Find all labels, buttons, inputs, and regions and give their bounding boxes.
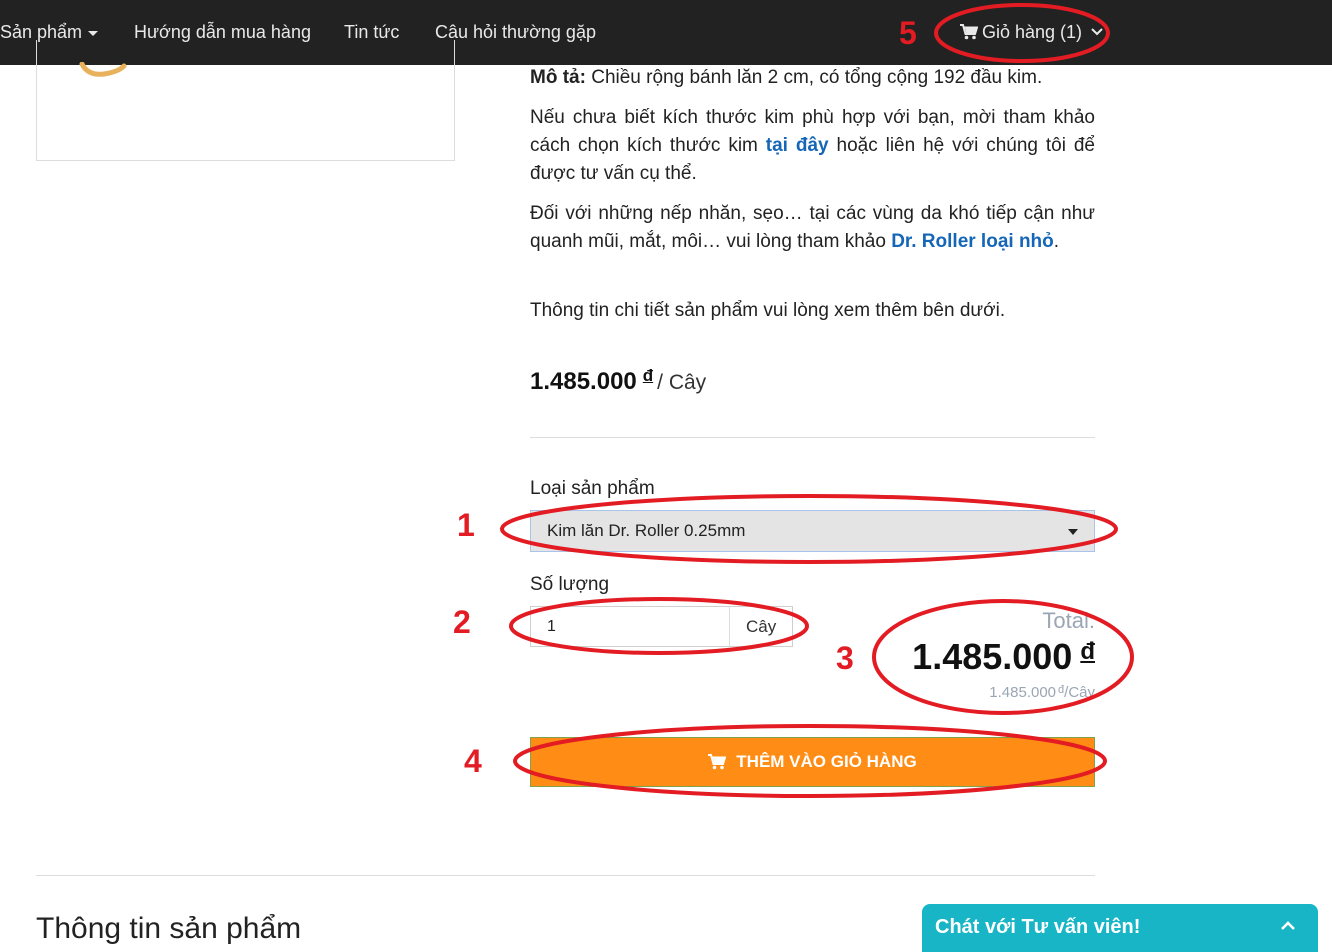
description-needle-size: Nếu chưa biết kích thước kim phù hợp với… [530, 104, 1095, 188]
unit-price-suffix: /Cây [1064, 684, 1095, 701]
total-amount: 1.485.000 đ [912, 636, 1095, 678]
description-small-roller: Đối với những nếp nhăn, sẹo… tại các vùn… [530, 200, 1095, 256]
caret-down-icon [88, 30, 99, 36]
total-value: 1.485.000 [912, 636, 1073, 677]
description-label: Mô tả: [530, 67, 586, 88]
cart-dropdown[interactable]: Giỏ hàng (1) [960, 22, 1107, 43]
shopping-cart-icon [960, 24, 979, 40]
product-price: 1.485.000 đ / Cây [530, 366, 706, 396]
product-info-heading: Thông tin sản phẩm [36, 912, 302, 945]
price-amount: 1.485.000 [530, 368, 637, 395]
unit-price-value: 1.485.000 [989, 684, 1057, 701]
product-type-select[interactable]: Kim lăn Dr. Roller 0.25mm [530, 510, 1095, 552]
quantity-value: 1 [547, 618, 556, 635]
annotation-number-4: 4 [464, 743, 482, 779]
chevron-up-icon[interactable] [1280, 920, 1296, 932]
product-type-value: Kim lăn Dr. Roller 0.25mm [547, 521, 746, 540]
add-to-cart-label: THÊM VÀO GIỎ HÀNG [736, 752, 917, 771]
quantity-input[interactable]: 1 [530, 606, 730, 647]
total-label: Total: [1042, 608, 1095, 633]
annotation-number-2: 2 [453, 604, 471, 640]
product-type-label: Loại sản phẩm [530, 478, 655, 499]
paragraph-text: . [1053, 231, 1060, 252]
product-image [79, 62, 127, 77]
price-currency: đ [642, 366, 654, 385]
chevron-down-icon [1091, 28, 1103, 36]
description-more-info: Thông tin chi tiết sản phẩm vui lòng xem… [530, 300, 1006, 321]
price-unit: / Cây [657, 371, 707, 394]
chat-title: Chát với Tư vấn viên! [935, 916, 1141, 938]
nav-item-faq[interactable]: Câu hỏi thường gặp [435, 22, 596, 43]
chat-widget[interactable]: Chát với Tư vấn viên! [922, 904, 1318, 952]
annotation-number-1: 1 [457, 507, 475, 543]
total-currency: đ [1080, 638, 1095, 665]
description-summary: Mô tả: Chiều rộng bánh lăn 2 cm, có tổng… [530, 64, 1095, 92]
annotation-number-3: 3 [836, 640, 854, 676]
quantity-unit: Cây [746, 617, 777, 636]
quantity-unit-addon: Cây [729, 606, 793, 647]
shopping-cart-icon [708, 754, 727, 770]
total-unit-price: 1.485.000 đ/Cây [989, 684, 1095, 701]
add-to-cart-button[interactable]: THÊM VÀO GIỎ HÀNG [530, 737, 1095, 787]
quantity-label: Số lượng [530, 574, 610, 595]
description-text: Chiều rộng bánh lăn 2 cm, có tổng cộng 1… [585, 67, 1043, 88]
divider [530, 437, 1095, 438]
annotation-number-5: 5 [899, 15, 917, 51]
product-image-frame [36, 40, 455, 161]
section-divider [36, 875, 1095, 876]
dropdown-arrow-icon [1068, 529, 1078, 535]
needle-size-link[interactable]: tại đây [766, 135, 829, 156]
small-roller-link[interactable]: Dr. Roller loại nhỏ [891, 231, 1054, 252]
nav-item-label: Sản phẩm [0, 22, 83, 42]
cart-label: Giỏ hàng (1) [982, 22, 1083, 42]
